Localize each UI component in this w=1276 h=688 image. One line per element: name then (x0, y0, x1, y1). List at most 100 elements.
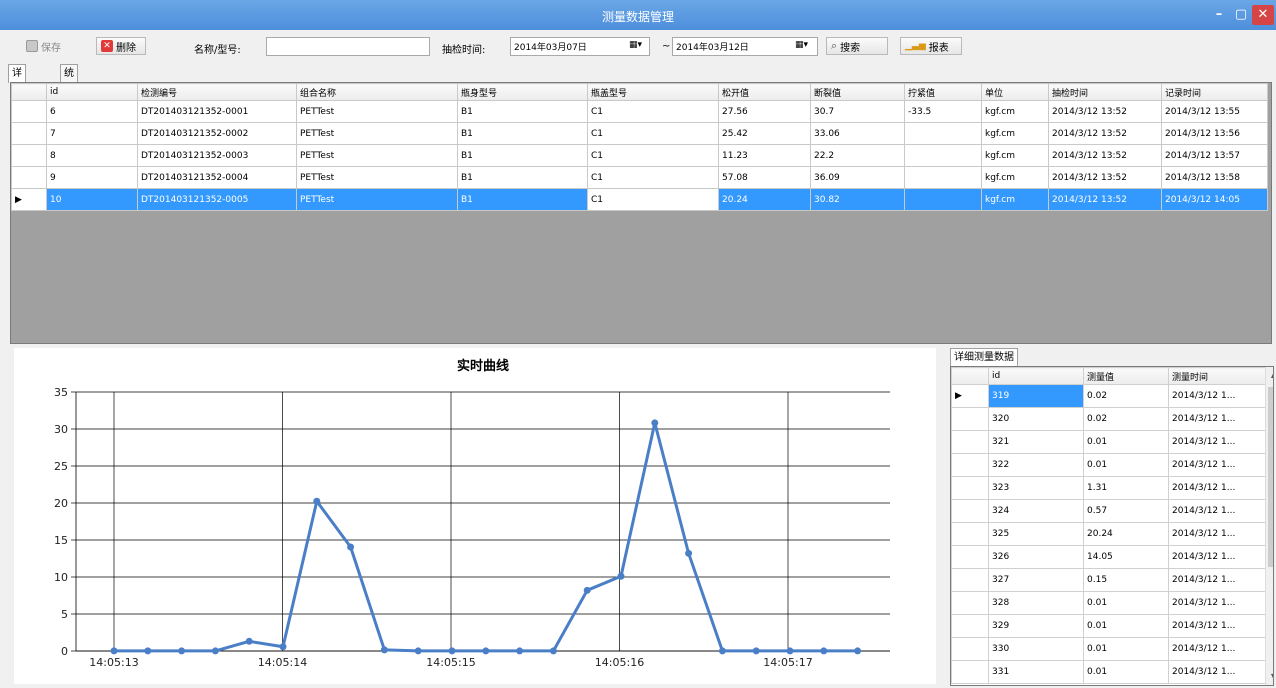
cell-measure-time[interactable]: 2014/3/12 1... (1168, 499, 1266, 523)
tab-detail-measure[interactable]: 详细测量数据 (950, 348, 1018, 367)
cell-loosen[interactable]: 57.08 (718, 166, 811, 189)
column-header[interactable]: 单位 (981, 83, 1049, 101)
row-header[interactable] (11, 166, 47, 189)
cell-id[interactable]: 331 (988, 660, 1084, 684)
row-header[interactable] (951, 522, 989, 546)
cell-measure-value[interactable]: 0.15 (1083, 568, 1169, 592)
cell-unit[interactable]: kgf.cm (981, 122, 1049, 145)
column-header[interactable]: 断裂值 (810, 83, 905, 101)
detail-row[interactable]: 326 14.05 2014/3/12 1... (951, 545, 1266, 569)
cell-measure-time[interactable]: 2014/3/12 1... (1168, 476, 1266, 500)
table-row[interactable]: 9 DT201403121352-0004 PETTest B1 C1 57.0… (11, 166, 1268, 189)
row-header[interactable] (951, 591, 989, 615)
detail-row[interactable]: 327 0.15 2014/3/12 1... (951, 568, 1266, 592)
cell-measure-value[interactable]: 0.01 (1083, 591, 1169, 615)
cell-measure-value[interactable]: 0.02 (1083, 407, 1169, 431)
cell-unit[interactable]: kgf.cm (981, 144, 1049, 167)
detail-row[interactable]: 330 0.01 2014/3/12 1... (951, 637, 1266, 661)
cell-id[interactable]: 319 (988, 384, 1084, 408)
search-button[interactable]: ⌕ 搜索 (826, 37, 888, 55)
detail-row[interactable]: 325 20.24 2014/3/12 1... (951, 522, 1266, 546)
cell-sample-time[interactable]: 2014/3/12 13:52 (1048, 122, 1162, 145)
cell-test-no[interactable]: DT201403121352-0002 (137, 122, 297, 145)
cell-id[interactable]: 322 (988, 453, 1084, 477)
cell-sample-time[interactable]: 2014/3/12 13:52 (1048, 188, 1162, 211)
cell-id[interactable]: 10 (46, 188, 138, 211)
cell-measure-value[interactable]: 0.57 (1083, 499, 1169, 523)
cell-cap-model[interactable]: C1 (587, 122, 719, 145)
detail-row[interactable]: 320 0.02 2014/3/12 1... (951, 407, 1266, 431)
save-button[interactable]: 保存 (22, 37, 65, 55)
scroll-up-arrow-icon[interactable]: ▲ (1266, 367, 1273, 383)
detail-grid[interactable]: id 测量值 测量时间 ▶ 319 0.02 2014/3/12 1... 320 0.0… (950, 366, 1274, 686)
cell-measure-value[interactable]: 14.05 (1083, 545, 1169, 569)
cell-measure-value[interactable]: 0.01 (1083, 637, 1169, 661)
cell-sample-time[interactable]: 2014/3/12 13:52 (1048, 100, 1162, 123)
cell-body-model[interactable]: B1 (457, 188, 588, 211)
cell-break[interactable]: 36.09 (810, 166, 905, 189)
calendar-dropdown-icon[interactable]: ▦▾ (629, 40, 642, 50)
cell-combo-name[interactable]: PETTest (296, 144, 458, 167)
cell-id[interactable]: 329 (988, 614, 1084, 638)
cell-cap-model[interactable]: C1 (587, 166, 719, 189)
calendar-dropdown-icon[interactable]: ▦▾ (795, 40, 808, 50)
date-from-picker[interactable]: 2014年03月07日 ▦▾ (510, 37, 650, 56)
cell-measure-value[interactable]: 0.01 (1083, 430, 1169, 454)
detail-row[interactable]: 321 0.01 2014/3/12 1... (951, 430, 1266, 454)
table-row-selected[interactable]: ▶ 10 DT201403121352-0005 PETTest B1 C1 2… (11, 188, 1268, 211)
cell-measure-time[interactable]: 2014/3/12 1... (1168, 384, 1266, 408)
column-header[interactable]: 记录时间 (1161, 83, 1268, 101)
cell-id[interactable]: 328 (988, 591, 1084, 615)
cell-unit[interactable]: kgf.cm (981, 100, 1049, 123)
delete-button[interactable]: ✕ 删除 (96, 37, 146, 55)
cell-id[interactable]: 323 (988, 476, 1084, 500)
cell-measure-time[interactable]: 2014/3/12 1... (1168, 430, 1266, 454)
cell-id[interactable]: 8 (46, 144, 138, 167)
table-row[interactable]: 6 DT201403121352-0001 PETTest B1 C1 27.5… (11, 100, 1268, 123)
cell-combo-name[interactable]: PETTest (296, 166, 458, 189)
cell-body-model[interactable]: B1 (457, 100, 588, 123)
detail-row[interactable]: 328 0.01 2014/3/12 1... (951, 591, 1266, 615)
cell-body-model[interactable]: B1 (457, 122, 588, 145)
record-grid[interactable]: id 检测编号 组合名称 瓶身型号 瓶盖型号 松开值 断裂值 拧紧值 单位 抽检… (10, 82, 1272, 344)
cell-record-time[interactable]: 2014/3/12 13:55 (1161, 100, 1268, 123)
cell-measure-value[interactable]: 0.01 (1083, 660, 1169, 684)
tab-stat-report[interactable]: 统计报表 (60, 64, 78, 130)
cell-body-model[interactable]: B1 (457, 166, 588, 189)
row-header[interactable] (11, 144, 47, 167)
close-button[interactable]: ✕ (1252, 5, 1274, 25)
row-header[interactable] (951, 453, 989, 477)
name-input[interactable] (266, 37, 430, 56)
cell-id[interactable]: 326 (988, 545, 1084, 569)
column-header[interactable]: id (988, 367, 1084, 385)
cell-record-time[interactable]: 2014/3/12 14:05 (1161, 188, 1268, 211)
row-header-current[interactable]: ▶ (11, 188, 47, 211)
row-header[interactable] (951, 476, 989, 500)
column-header[interactable]: 瓶身型号 (457, 83, 588, 101)
detail-row[interactable]: 329 0.01 2014/3/12 1... (951, 614, 1266, 638)
table-row[interactable]: 8 DT201403121352-0003 PETTest B1 C1 11.2… (11, 144, 1268, 167)
cell-tighten[interactable]: -33.5 (904, 100, 982, 123)
cell-id[interactable]: 321 (988, 430, 1084, 454)
cell-sample-time[interactable]: 2014/3/12 13:52 (1048, 144, 1162, 167)
cell-measure-time[interactable]: 2014/3/12 1... (1168, 660, 1266, 684)
cell-measure-value[interactable]: 0.01 (1083, 453, 1169, 477)
cell-measure-time[interactable]: 2014/3/12 1... (1168, 591, 1266, 615)
cell-id[interactable]: 320 (988, 407, 1084, 431)
row-header[interactable] (11, 122, 47, 145)
cell-break[interactable]: 33.06 (810, 122, 905, 145)
row-header[interactable] (951, 660, 989, 684)
detail-row[interactable]: ▶ 319 0.02 2014/3/12 1... (951, 384, 1266, 408)
row-header[interactable] (951, 637, 989, 661)
cell-measure-time[interactable]: 2014/3/12 1... (1168, 407, 1266, 431)
cell-measure-time[interactable]: 2014/3/12 1... (1168, 568, 1266, 592)
cell-measure-value[interactable]: 0.02 (1083, 384, 1169, 408)
cell-cap-model[interactable]: C1 (587, 144, 719, 167)
row-header[interactable] (951, 499, 989, 523)
cell-tighten[interactable] (904, 144, 982, 167)
scroll-down-arrow-icon[interactable]: ▼ (1266, 669, 1273, 685)
vertical-scrollbar[interactable]: ▲ ▼ (1265, 367, 1273, 685)
cell-loosen[interactable]: 11.23 (718, 144, 811, 167)
cell-unit[interactable]: kgf.cm (981, 166, 1049, 189)
tab-detail-list[interactable]: 详细列表 (8, 64, 26, 130)
